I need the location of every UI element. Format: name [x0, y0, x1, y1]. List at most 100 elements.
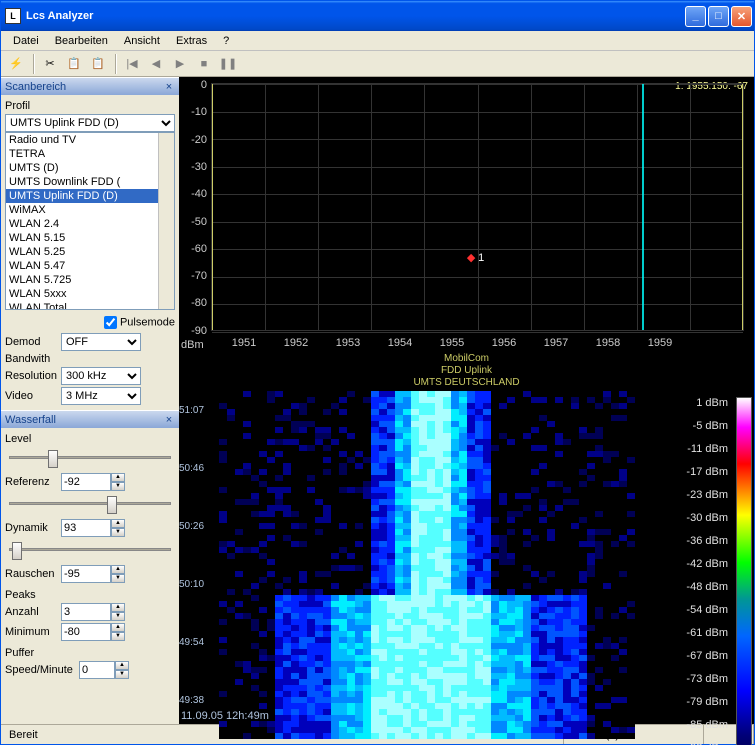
x-tick: 1958 — [593, 337, 623, 349]
menu-extras[interactable]: Extras — [168, 33, 215, 49]
x-tick: 1956 — [489, 337, 519, 349]
legend-value: -79 dBm — [686, 696, 728, 708]
toolbar: ⚡ ✂ 📋 📋 |◀ ◀ ▶ ■ ❚❚ — [1, 51, 754, 77]
pause-icon[interactable]: ❚❚ — [217, 53, 239, 75]
profil-select[interactable]: UMTS Uplink FDD (D) — [5, 114, 175, 132]
referenz-label: Referenz — [5, 476, 61, 488]
menu-ansicht[interactable]: Ansicht — [116, 33, 168, 49]
list-item[interactable]: WLAN 2.4 — [6, 217, 174, 231]
app-icon: L — [5, 8, 21, 24]
list-item[interactable]: WLAN 5.47 — [6, 259, 174, 273]
pin-icon[interactable]: × — [163, 81, 175, 93]
referenz-input[interactable] — [61, 473, 111, 491]
waterfall-plot[interactable]: 51:0750:4650:2650:1049:5449:38 1 dBm-5 d… — [179, 387, 754, 724]
paste-icon[interactable]: 📋 — [87, 53, 109, 75]
stop-icon[interactable]: ■ — [193, 53, 215, 75]
video-select[interactable]: 3 MHz — [61, 387, 141, 405]
legend-value: -30 dBm — [686, 512, 728, 524]
rauschen-input[interactable] — [61, 565, 111, 583]
copy-icon[interactable]: 📋 — [63, 53, 85, 75]
legend-value: -61 dBm — [686, 627, 728, 639]
app-window: L Lcs Analyzer _ □ ✕ Datei Bearbeiten An… — [0, 0, 755, 745]
dynamik-slider[interactable] — [5, 539, 175, 561]
list-item[interactable]: WLAN Total — [6, 301, 174, 310]
y-tick: 0 — [187, 79, 207, 91]
x-tick: 1954 — [385, 337, 415, 349]
listbox-scrollbar[interactable] — [158, 133, 174, 309]
main-area: 1: 1955.150: -67 ◆ 1 0-10-20-30-40-50-60… — [179, 77, 754, 724]
list-item[interactable]: UMTS Downlink FDD ( — [6, 175, 174, 189]
timestamp: 11.09.05 12h:49m — [181, 710, 269, 722]
dynamik-input[interactable] — [61, 519, 111, 537]
speed-input[interactable] — [79, 661, 115, 679]
minimum-input[interactable] — [61, 623, 111, 641]
menu-bearbeiten[interactable]: Bearbeiten — [47, 33, 116, 49]
spin-up[interactable]: ▲ — [111, 473, 125, 482]
level-slider[interactable] — [5, 447, 175, 469]
legend-value: -48 dBm — [686, 581, 728, 593]
legend-value: 1 dBm — [696, 397, 728, 409]
sidebar: Scanbereich× Profil UMTS Uplink FDD (D) … — [1, 77, 179, 724]
y-unit: dBm — [181, 339, 204, 351]
scanbereich-header[interactable]: Scanbereich× — [1, 77, 179, 95]
color-bar — [736, 397, 752, 745]
list-item[interactable]: WLAN 5xxx — [6, 287, 174, 301]
y-tick: -40 — [187, 188, 207, 200]
referenz-slider[interactable] — [5, 493, 175, 515]
resolution-select[interactable]: 300 kHz — [61, 367, 141, 385]
list-item[interactable]: TETRA — [6, 147, 174, 161]
play-icon[interactable]: ▶ — [169, 53, 191, 75]
maximize-button[interactable]: □ — [708, 6, 729, 27]
list-item[interactable]: UMTS Uplink FDD (D) — [6, 189, 174, 203]
list-item[interactable]: WLAN 5.25 — [6, 245, 174, 259]
legend-value: -92 dBm — [686, 742, 728, 745]
spectrum-plot[interactable]: 1: 1955.150: -67 ◆ 1 0-10-20-30-40-50-60… — [179, 77, 754, 387]
time-label: 50:26 — [179, 521, 204, 532]
time-label: 51:07 — [179, 405, 204, 416]
prev-icon[interactable]: ◀ — [145, 53, 167, 75]
y-tick: -20 — [187, 134, 207, 146]
speed-label: Speed/Minute — [5, 664, 79, 676]
demod-select[interactable]: OFF — [61, 333, 141, 351]
wasserfall-header[interactable]: Wasserfall× — [1, 410, 179, 428]
first-icon[interactable]: |◀ — [121, 53, 143, 75]
spin-down[interactable]: ▼ — [111, 482, 125, 491]
titlebar[interactable]: L Lcs Analyzer _ □ ✕ — [1, 1, 754, 31]
legend-value: -85 dBm — [686, 719, 728, 731]
pin-icon[interactable]: × — [163, 414, 175, 426]
profil-listbox[interactable]: Radio und TVTETRAUMTS (D)UMTS Downlink F… — [5, 132, 175, 310]
rauschen-label: Rauschen — [5, 568, 61, 580]
close-button[interactable]: ✕ — [731, 6, 752, 27]
puffer-label: Puffer — [5, 647, 175, 659]
menu-datei[interactable]: Datei — [5, 33, 47, 49]
legend-value: -17 dBm — [686, 466, 728, 478]
list-item[interactable]: Radio und TV — [6, 133, 174, 147]
anzahl-input[interactable] — [61, 603, 111, 621]
info-link: FDD Uplink — [179, 365, 754, 376]
legend-value: -73 dBm — [686, 673, 728, 685]
time-label: 49:38 — [179, 695, 204, 706]
video-label: Video — [5, 390, 61, 402]
cut-icon[interactable]: ✂ — [39, 53, 61, 75]
list-item[interactable]: WiMAX — [6, 203, 174, 217]
x-tick: 1953 — [333, 337, 363, 349]
profil-label: Profil — [5, 100, 175, 112]
pulsemode-checkbox[interactable]: Pulsemode — [104, 316, 175, 329]
list-item[interactable]: WLAN 5.15 — [6, 231, 174, 245]
menubar: Datei Bearbeiten Ansicht Extras ? — [1, 31, 754, 51]
window-title: Lcs Analyzer — [26, 10, 93, 22]
list-item[interactable]: UMTS (D) — [6, 161, 174, 175]
wasserfall-panel: Level Referenz ▲▼ Dynamik ▲▼ Rauschen ▲▼… — [1, 428, 179, 684]
x-tick: 1959 — [645, 337, 675, 349]
level-label: Level — [5, 433, 175, 445]
menu-help[interactable]: ? — [215, 33, 237, 49]
legend-value: -23 dBm — [686, 489, 728, 501]
y-tick: -10 — [187, 106, 207, 118]
legend-value: -42 dBm — [686, 558, 728, 570]
lightning-icon[interactable]: ⚡ — [5, 53, 27, 75]
peak-marker-1: ◆ 1 — [467, 251, 484, 264]
anzahl-label: Anzahl — [5, 606, 61, 618]
minimize-button[interactable]: _ — [685, 6, 706, 27]
legend-value: -36 dBm — [686, 535, 728, 547]
list-item[interactable]: WLAN 5.725 — [6, 273, 174, 287]
